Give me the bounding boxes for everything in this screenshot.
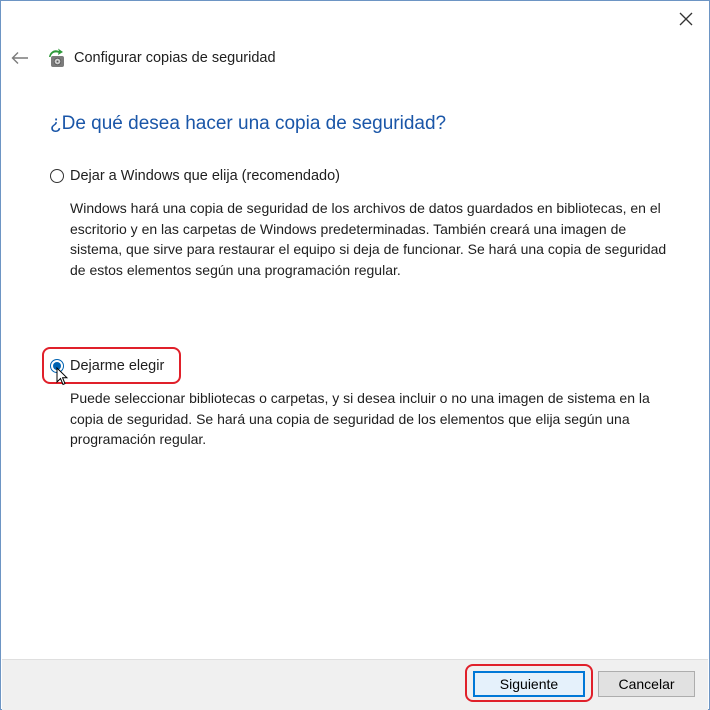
close-icon xyxy=(679,12,693,26)
option-windows-choose-label: Dejar a Windows que elija (recomendado) xyxy=(70,168,340,184)
option-windows-choose[interactable]: Dejar a Windows que elija (recomendado) xyxy=(50,168,340,184)
page-heading: ¿De qué desea hacer una copia de segurid… xyxy=(50,113,447,134)
back-arrow-icon xyxy=(11,52,28,64)
mouse-cursor-icon xyxy=(56,366,69,391)
cancel-button[interactable]: Cancelar xyxy=(598,671,695,697)
backup-wizard-window: Configurar copias de seguridad ¿De qué d… xyxy=(0,0,710,710)
window-title: Configurar copias de seguridad xyxy=(74,50,276,66)
title-bar: Configurar copias de seguridad xyxy=(1,41,709,75)
option-let-me-choose-label: Dejarme elegir xyxy=(70,358,165,374)
backup-app-icon xyxy=(47,47,69,69)
option-let-me-choose-description: Puede seleccionar bibliotecas o carpetas… xyxy=(70,390,650,447)
close-button[interactable] xyxy=(669,5,703,33)
next-button[interactable]: Siguiente xyxy=(473,671,585,697)
option-windows-choose-description: Windows hará una copia de seguridad de l… xyxy=(70,200,667,278)
back-button[interactable] xyxy=(9,49,31,67)
radio-windows-choose[interactable] xyxy=(50,169,64,183)
